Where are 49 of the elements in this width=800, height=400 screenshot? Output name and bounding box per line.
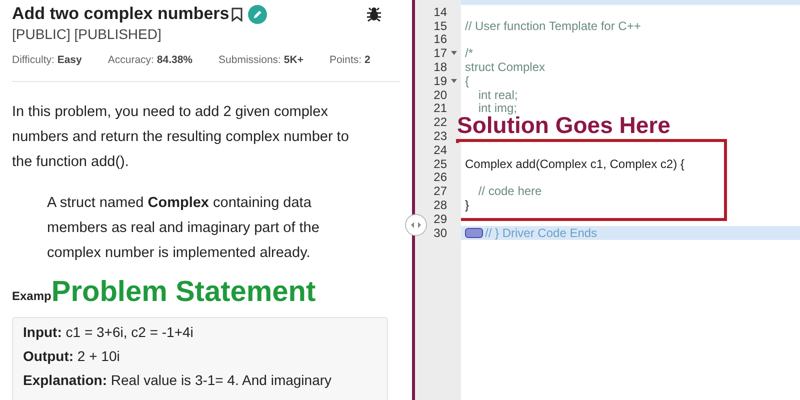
code-line: } — [465, 199, 470, 212]
stat-label: Accuracy: 84.38% — [108, 53, 193, 68]
line-number: 30 — [434, 226, 447, 239]
line-number: 27 — [434, 185, 447, 198]
example-line: Explanation: Real value is 3-1= 4. And imaginary — [23, 370, 333, 390]
fold-icon[interactable] — [451, 51, 457, 56]
stat-label: Difficulty: Easy — [12, 53, 82, 68]
code-line: int real; — [477, 88, 518, 101]
line-number: 25 — [434, 158, 447, 170]
fold-icon[interactable] — [451, 78, 457, 83]
code-line: Complex add(Complex c1, Complex c2) { — [465, 158, 684, 170]
bookmark-icon[interactable] — [231, 6, 244, 22]
line-number: 20 — [434, 88, 447, 101]
line-number: 14 — [434, 6, 447, 18]
code-line: // } Driver Code Ends — [485, 226, 598, 239]
problem-description: In this problem, you need to add 2 given complex numbers and return the resulting complex number to the function add(). — [12, 102, 350, 172]
line-number: 15 — [434, 20, 447, 32]
code-line: // User function Template for C++ — [465, 20, 641, 32]
stat-label: Submissions: 5K+ — [218, 53, 304, 68]
bug-icon[interactable] — [366, 6, 382, 22]
line-number: 23 — [434, 130, 447, 142]
example-heading: Examp — [12, 288, 52, 305]
line-number: 21 — [434, 102, 447, 114]
folded-marker-icon[interactable] — [465, 228, 483, 238]
code-line: /* — [465, 47, 474, 60]
line-number: 17 — [434, 47, 447, 60]
code-line: int img; — [477, 102, 518, 114]
line-number: 22 — [434, 116, 447, 128]
line-number: 28 — [434, 199, 447, 212]
line-number: 16 — [434, 33, 447, 46]
example-line: Output: 2 + 10i — [23, 346, 121, 366]
line-number: 26 — [434, 171, 447, 184]
collapse-handle[interactable] — [405, 214, 427, 236]
pencil-icon[interactable] — [248, 4, 268, 24]
code-line: { — [465, 74, 470, 87]
line-number: 24 — [434, 144, 447, 156]
stat-label: Points: 2 — [329, 53, 370, 68]
arrows-icon — [411, 221, 421, 229]
code-line: struct Complex — [465, 61, 546, 74]
example-line: Input: c1 = 3+6i, c2 = -1+4i — [23, 322, 194, 342]
problem-note: A struct named Complex containing data members as real and imaginary part of the complex number is implemented already. — [47, 194, 320, 263]
code-line: // code here — [477, 185, 542, 198]
problem-title: Add two complex numbers — [12, 3, 230, 25]
line-number: 18 — [434, 61, 447, 74]
line-number: 19 — [434, 74, 447, 87]
status-tags: [PUBLIC] [PUBLISHED] — [12, 25, 400, 43]
overlay-label: Problem Statement — [51, 278, 316, 307]
overlay-label: Solution Goes Here — [456, 114, 672, 137]
line-number: 29 — [434, 212, 447, 225]
